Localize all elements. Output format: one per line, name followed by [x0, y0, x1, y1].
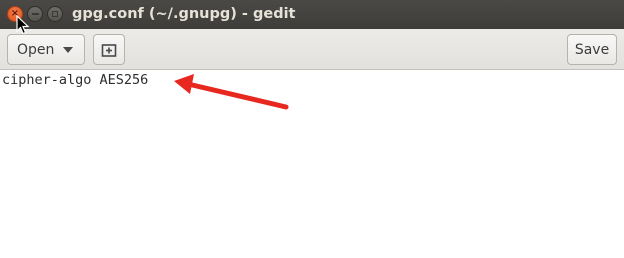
- chevron-down-icon: [63, 47, 73, 53]
- minimize-icon: [31, 13, 39, 15]
- title-bar[interactable]: × gpg.conf (~/.gnupg) - gedit: [0, 0, 624, 29]
- maximize-icon: [52, 11, 58, 17]
- maximize-window-button[interactable]: [47, 6, 63, 22]
- text-editor-area[interactable]: cipher-algo AES256: [0, 70, 624, 258]
- mouse-pointer-icon: [16, 15, 30, 35]
- open-button[interactable]: Open: [7, 34, 85, 65]
- new-document-icon: [101, 43, 117, 57]
- new-document-button[interactable]: [93, 34, 125, 65]
- editor-line: cipher-algo AES256: [2, 72, 149, 88]
- open-button-label: Open: [17, 41, 55, 58]
- annotation-arrow-icon: [174, 74, 289, 110]
- window-title: gpg.conf (~/.gnupg) - gedit: [72, 6, 296, 22]
- save-button[interactable]: Save: [567, 34, 617, 65]
- header-toolbar: Open Save: [0, 29, 624, 70]
- gedit-window: × gpg.conf (~/.gnupg) - gedit Open Save …: [0, 0, 624, 258]
